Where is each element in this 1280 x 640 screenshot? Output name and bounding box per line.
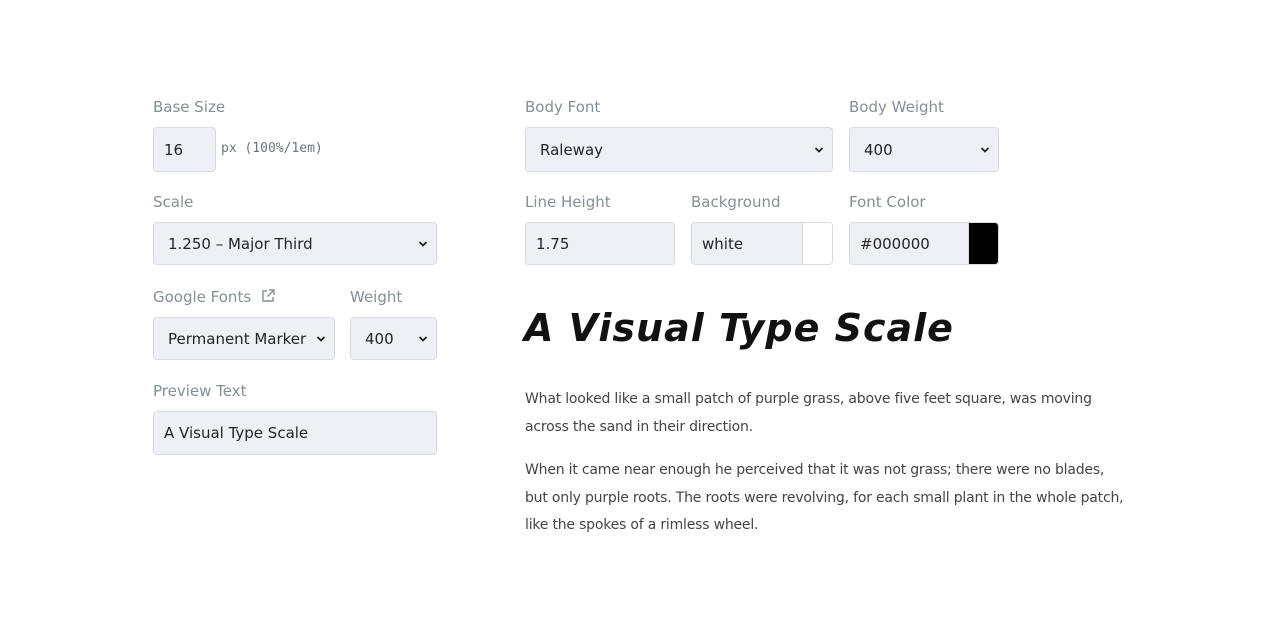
preview-text-input[interactable]: A Visual Type Scale — [153, 411, 437, 455]
chevron-down-icon — [316, 335, 326, 342]
chevron-down-icon — [980, 146, 990, 153]
chevron-down-icon — [814, 146, 824, 153]
chevron-down-icon — [418, 335, 428, 342]
google-fonts-label: Google Fonts — [153, 288, 252, 306]
preview-paragraph: When it came near enough he perceived th… — [525, 462, 1124, 533]
chevron-down-icon — [418, 240, 428, 247]
scale-select[interactable]: 1.250 – Major Third — [153, 222, 437, 265]
background-value: white — [702, 234, 744, 253]
preview-paragraph: What looked like a small patch of purple… — [525, 391, 1092, 435]
body-weight-label: Body Weight — [849, 98, 944, 116]
font-color-value: #000000 — [860, 234, 930, 253]
heading-weight-select[interactable]: 400 — [350, 317, 437, 360]
google-fonts-select[interactable]: Permanent Marker — [153, 317, 335, 360]
base-size-input[interactable]: 16 — [153, 127, 216, 172]
body-weight-selected: 400 — [864, 140, 893, 159]
base-size-value: 16 — [164, 140, 184, 159]
font-color-label: Font Color — [849, 193, 926, 211]
scale-label: Scale — [153, 193, 194, 211]
font-color-swatch[interactable] — [968, 223, 998, 264]
background-label: Background — [691, 193, 781, 211]
scale-selected: 1.250 – Major Third — [168, 234, 313, 253]
line-height-value: 1.75 — [536, 234, 570, 253]
line-height-label: Line Height — [525, 193, 611, 211]
base-size-label: Base Size — [153, 98, 226, 116]
body-weight-select[interactable]: 400 — [849, 127, 999, 172]
type-scale-page: Base Size 16 px (100%/1em) Scale 1.250 –… — [0, 0, 1280, 640]
base-size-unit: px (100%/1em) — [221, 141, 323, 156]
line-height-input[interactable]: 1.75 — [525, 222, 675, 265]
preview-text-value: A Visual Type Scale — [164, 424, 309, 442]
background-input[interactable]: white — [691, 222, 833, 265]
external-link-icon — [262, 289, 275, 302]
body-font-selected: Raleway — [540, 140, 604, 159]
preview-text-label: Preview Text — [153, 382, 247, 400]
preview-heading: A Visual Type Scale — [524, 306, 954, 350]
heading-weight-label: Weight — [350, 288, 403, 306]
heading-weight-selected: 400 — [365, 329, 394, 348]
background-color-swatch[interactable] — [802, 223, 832, 264]
body-font-select[interactable]: Raleway — [525, 127, 833, 172]
font-color-input[interactable]: #000000 — [849, 222, 999, 265]
google-fonts-selected: Permanent Marker — [168, 329, 307, 348]
google-fonts-link[interactable]: Google Fonts — [153, 288, 276, 306]
body-font-label: Body Font — [525, 98, 601, 116]
